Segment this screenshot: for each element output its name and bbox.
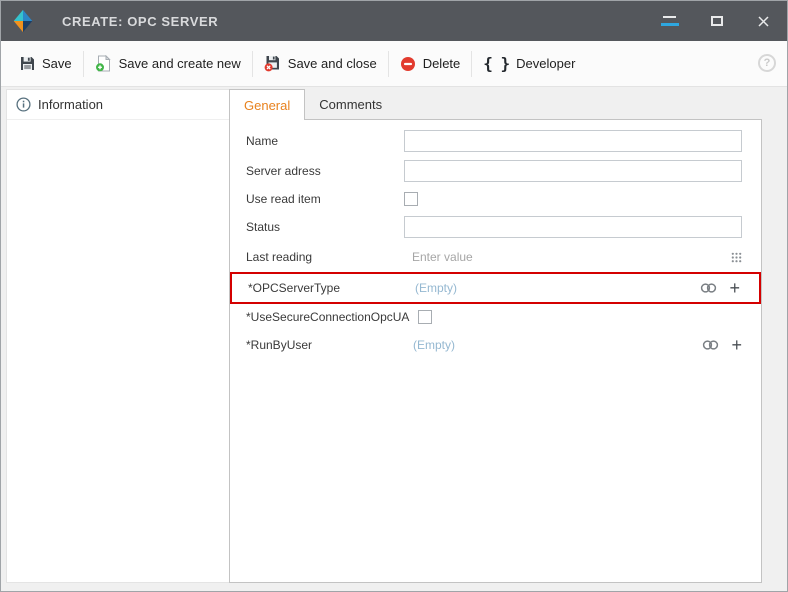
add-icon[interactable]: + <box>729 281 740 295</box>
server-adress-input[interactable] <box>404 160 742 182</box>
form-row-status: Status <box>230 212 761 242</box>
form-row-opcservertype: *OPCServerType (Empty) + <box>230 272 761 304</box>
minimize-button[interactable] <box>646 1 693 41</box>
developer-label: Developer <box>516 56 575 71</box>
maximize-button[interactable] <box>693 1 740 41</box>
usesecureconnectionopcua-checkbox[interactable] <box>418 310 432 324</box>
tab-bar: General Comments <box>229 89 762 119</box>
save-and-close-icon <box>264 55 281 72</box>
tab-comments[interactable]: Comments <box>305 89 396 119</box>
create-opc-server-window: CREATE: OPC SERVER <box>0 0 788 592</box>
form-row-server-adress: Server adress <box>230 156 761 186</box>
grid-picker-icon[interactable] <box>731 252 742 263</box>
name-input[interactable] <box>404 130 742 152</box>
last-reading-label: Last reading <box>246 250 404 264</box>
save-and-close-button[interactable]: Save and close <box>253 47 388 81</box>
opcservertype-label: *OPCServerType <box>248 281 406 295</box>
app-logo-icon <box>10 8 36 34</box>
save-button[interactable]: Save <box>9 47 83 81</box>
help-icon[interactable]: ? <box>758 54 776 72</box>
developer-braces-icon: { } <box>483 54 509 73</box>
status-input[interactable] <box>404 216 742 238</box>
general-tab-content: Name Server adress Use read item Status … <box>229 119 762 583</box>
close-button[interactable] <box>740 1 787 41</box>
opcservertype-empty-value[interactable]: (Empty) <box>406 281 457 295</box>
save-and-create-new-label: Save and create new <box>119 56 241 71</box>
runbyuser-label: *RunByUser <box>246 338 404 352</box>
save-and-create-new-icon <box>95 55 112 72</box>
form-row-name: Name <box>230 126 761 156</box>
minimize-icon <box>663 16 676 18</box>
delete-label: Delete <box>423 56 461 71</box>
use-read-item-checkbox[interactable] <box>404 192 418 206</box>
form-row-use-read-item: Use read item <box>230 186 761 212</box>
form-row-runbyuser: *RunByUser (Empty) + <box>230 330 761 360</box>
close-icon <box>757 15 770 28</box>
save-and-create-new-button[interactable]: Save and create new <box>84 47 252 81</box>
link-icon[interactable] <box>700 282 717 294</box>
save-label: Save <box>42 56 72 71</box>
developer-button[interactable]: { } Developer <box>472 47 586 81</box>
info-icon <box>16 97 31 112</box>
link-icon[interactable] <box>702 339 719 351</box>
delete-button[interactable]: Delete <box>389 47 472 81</box>
use-read-item-label: Use read item <box>246 192 404 206</box>
window-controls <box>646 1 787 41</box>
status-label: Status <box>246 220 404 234</box>
maximize-icon <box>711 16 723 26</box>
main-panel: General Comments Name Server adress Use … <box>229 89 762 583</box>
sidebar-item-label: Information <box>38 97 103 112</box>
last-reading-input[interactable] <box>404 246 731 268</box>
tab-general[interactable]: General <box>229 89 305 120</box>
sidebar: Information <box>6 89 229 583</box>
window-title: CREATE: OPC SERVER <box>62 14 218 29</box>
delete-icon <box>400 56 416 72</box>
toolbar: Save Save and create new Save and close <box>1 41 787 87</box>
form-row-last-reading: Last reading <box>230 242 761 272</box>
save-icon <box>20 56 35 71</box>
form-row-usesecureconnectionopcua: *UseSecureConnectionOpcUA <box>230 304 761 330</box>
name-label: Name <box>246 134 404 148</box>
runbyuser-empty-value[interactable]: (Empty) <box>404 338 455 352</box>
sidebar-item-information[interactable]: Information <box>7 90 229 120</box>
save-and-close-label: Save and close <box>288 56 377 71</box>
minimize-accent-bar <box>661 23 679 26</box>
add-icon[interactable]: + <box>731 338 742 352</box>
titlebar: CREATE: OPC SERVER <box>1 1 787 41</box>
server-adress-label: Server adress <box>246 164 404 178</box>
usesecureconnectionopcua-label: *UseSecureConnectionOpcUA <box>246 310 409 324</box>
